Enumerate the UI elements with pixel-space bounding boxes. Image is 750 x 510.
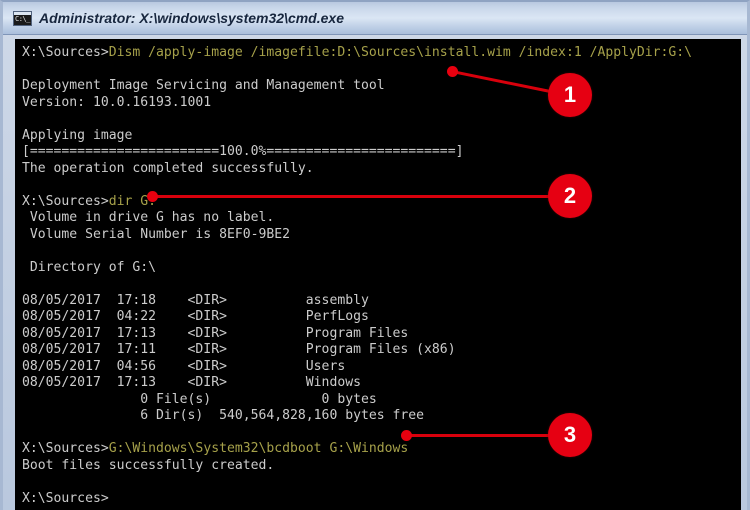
console-line: 08/05/2017 04:56 <DIR> Users (22, 359, 692, 376)
console-line: X:\Sources>dir G: (22, 194, 692, 211)
console-output: 08/05/2017 17:18 <DIR> assembly (22, 292, 369, 308)
console-line (22, 425, 692, 442)
console-line: 08/05/2017 17:13 <DIR> Program Files (22, 326, 692, 343)
window-title: Administrator: X:\windows\system32\cmd.e… (39, 10, 344, 26)
console-line: Applying image (22, 128, 692, 145)
console-line: Version: 10.0.16193.1001 (22, 95, 692, 112)
console-line: The operation completed successfully. (22, 161, 692, 178)
console-line: Boot files successfully created. (22, 458, 692, 475)
console-line: 08/05/2017 04:22 <DIR> PerfLogs (22, 309, 692, 326)
console-output: Volume Serial Number is 8EF0-9BE2 (22, 226, 291, 242)
console-line (22, 276, 692, 293)
console-output: The operation completed successfully. (22, 160, 314, 176)
console-output: Deployment Image Servicing and Managemen… (22, 78, 385, 93)
cmd-window: C:\_ Administrator: X:\windows\system32\… (0, 0, 750, 510)
console-line: 08/05/2017 17:18 <DIR> assembly (22, 293, 692, 310)
console-command: Dism /apply-image /imagefile:D:\Sources\… (108, 45, 693, 60)
console-line (22, 474, 692, 491)
console-output: Volume in drive G has no label. (22, 210, 275, 225)
console-line: X:\Sources>Dism /apply-image /imagefile:… (22, 45, 692, 62)
console-prompt: X:\Sources> (22, 441, 109, 456)
console-output: 08/05/2017 17:13 <DIR> Program Files (22, 325, 409, 341)
console-line: Directory of G:\ (22, 260, 692, 277)
console-prompt: X:\Sources> (22, 193, 109, 209)
console-output: Version: 10.0.16193.1001 (22, 94, 212, 110)
console-line: [========================100.0%=========… (22, 144, 692, 161)
console-command: G:\Windows\System32\bcdboot G:\Windows (108, 441, 409, 456)
console-output: Applying image (22, 127, 133, 143)
console-line: Volume in drive G has no label. (22, 210, 692, 227)
console-output (22, 111, 30, 126)
console-output (22, 243, 30, 258)
console-line (22, 177, 692, 194)
console-output: 0 File(s) 0 bytes (22, 391, 377, 407)
console-output: Directory of G:\ (22, 259, 157, 275)
console-output: 08/05/2017 04:56 <DIR> Users (22, 358, 346, 374)
console-output (22, 177, 30, 192)
console-output: Boot files successfully created. (22, 457, 275, 473)
console-output: 08/05/2017 17:13 <DIR> Windows (22, 375, 361, 390)
console-line: 6 Dir(s) 540,564,828,160 bytes free (22, 408, 692, 425)
cmd-icon-glyph: C:\_ (15, 15, 30, 23)
console-prompt: X:\Sources> (22, 490, 109, 506)
console-line: 08/05/2017 17:13 <DIR> Windows (22, 375, 692, 392)
console-line: 08/05/2017 17:11 <DIR> Program Files (x8… (22, 342, 692, 359)
console-command: dir G: (108, 193, 157, 209)
console-line: X:\Sources>G:\Windows\System32\bcdboot G… (22, 441, 692, 458)
window-titlebar[interactable]: C:\_ Administrator: X:\windows\system32\… (3, 2, 747, 35)
console-output: 08/05/2017 04:22 <DIR> PerfLogs (22, 309, 369, 324)
console-line (22, 243, 692, 260)
console-line: Volume Serial Number is 8EF0-9BE2 (22, 227, 692, 244)
console-line: 0 File(s) 0 bytes (22, 392, 692, 409)
console-line: Deployment Image Servicing and Managemen… (22, 78, 692, 95)
console-line (22, 111, 692, 128)
console-output (22, 62, 30, 77)
console-output: [========================100.0%=========… (22, 144, 464, 159)
console-output (22, 474, 30, 489)
console-client-area[interactable]: X:\Sources>Dism /apply-image /imagefile:… (15, 39, 741, 510)
console-line (22, 62, 692, 79)
cmd-icon: C:\_ (13, 11, 32, 26)
console-line: X:\Sources> (22, 491, 692, 508)
console-output (22, 425, 30, 440)
console-prompt: X:\Sources> (22, 45, 109, 60)
screenshot-root: C:\_ Administrator: X:\windows\system32\… (0, 0, 750, 510)
console-text: X:\Sources>Dism /apply-image /imagefile:… (15, 39, 692, 507)
console-output (22, 276, 30, 291)
console-output: 08/05/2017 17:11 <DIR> Program Files (x8… (22, 342, 456, 357)
console-output: 6 Dir(s) 540,564,828,160 bytes free (22, 408, 425, 423)
